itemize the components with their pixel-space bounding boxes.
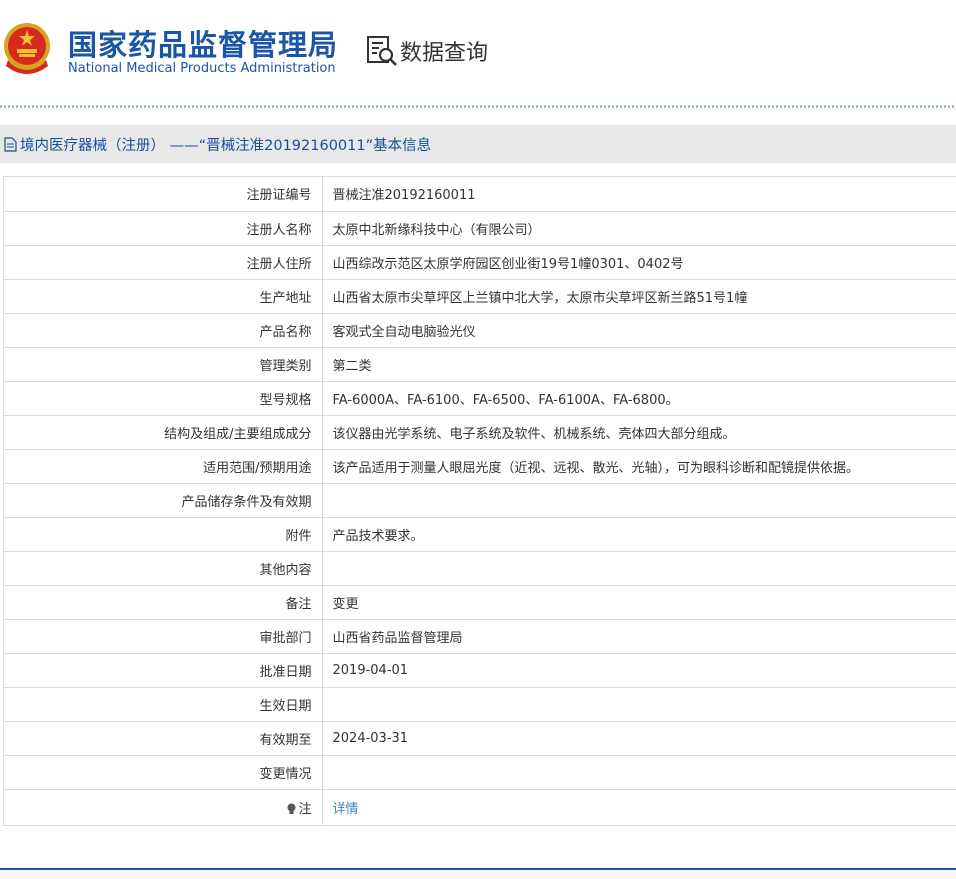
table-row: 其他内容 bbox=[4, 551, 956, 586]
table-row: 变更情况 bbox=[4, 755, 956, 790]
table-row: 附件 产品技术要求。 bbox=[4, 517, 956, 552]
table-row: 有效期至 2024-03-31 bbox=[4, 721, 956, 756]
section-header: 境内医疗器械（注册） ——“晋械注准20192160011”基本信息 bbox=[0, 125, 956, 163]
row-label: 其他内容 bbox=[4, 551, 323, 586]
row-value: 该产品适用于测量人眼屈光度（近视、远视、散光、光轴），可为眼科诊断和配镜提供依据… bbox=[322, 449, 956, 484]
national-emblem-icon bbox=[4, 23, 50, 74]
row-label: 备注 bbox=[4, 585, 323, 620]
row-value bbox=[322, 755, 956, 790]
row-value bbox=[322, 483, 956, 518]
table-row: 适用范围/预期用途 该产品适用于测量人眼屈光度（近视、远视、散光、光轴），可为眼科… bbox=[4, 449, 956, 484]
note-row: 注 详情 bbox=[4, 789, 956, 825]
site-header: 国家药品监督管理局 National Medical Products Admi… bbox=[0, 0, 956, 100]
table-row: 生产地址 山西省太原市尖草坪区上兰镇中北大学，太原市尖草坪区新兰路51号1幢 bbox=[4, 279, 956, 314]
row-label: 注册人名称 bbox=[4, 211, 323, 246]
data-query-link[interactable]: 数据查询 bbox=[366, 34, 488, 68]
row-value: 晋械注准20192160011 bbox=[322, 177, 956, 212]
table-row: 生效日期 bbox=[4, 687, 956, 722]
row-value bbox=[322, 551, 956, 586]
row-value: 太原中北新缘科技中心（有限公司） bbox=[322, 211, 956, 246]
row-value: FA-6000A、FA-6100、FA-6500、FA-6100A、FA-680… bbox=[322, 381, 956, 416]
footer-band bbox=[0, 870, 956, 879]
row-label: 注册人住所 bbox=[4, 245, 323, 280]
table-row: 批准日期 2019-04-01 bbox=[4, 653, 956, 688]
section-title: 境内医疗器械（注册） ——“晋械注准20192160011”基本信息 bbox=[20, 137, 432, 154]
row-label: 生效日期 bbox=[4, 687, 323, 722]
table-row: 产品储存条件及有效期 bbox=[4, 483, 956, 518]
row-label: 适用范围/预期用途 bbox=[4, 449, 323, 484]
row-value: 山西省药品监督管理局 bbox=[322, 619, 956, 654]
table-row: 管理类别 第二类 bbox=[4, 347, 956, 382]
row-label: 注册证编号 bbox=[4, 177, 323, 212]
row-label: 产品储存条件及有效期 bbox=[4, 483, 323, 518]
table-row: 结构及组成/主要组成成分 该仪器由光学系统、电子系统及软件、机械系统、壳体四大部分… bbox=[4, 415, 956, 450]
row-label: 变更情况 bbox=[4, 755, 323, 790]
row-label: 型号规格 bbox=[4, 381, 323, 416]
data-query-label: 数据查询 bbox=[400, 41, 489, 66]
row-value bbox=[322, 687, 956, 722]
search-document-icon bbox=[367, 36, 397, 66]
table-row: 审批部门 山西省药品监督管理局 bbox=[4, 619, 956, 654]
row-label: 产品名称 bbox=[4, 313, 323, 348]
row-value: 2024-03-31 bbox=[322, 721, 956, 756]
header-divider bbox=[0, 105, 956, 108]
table-row: 备注 变更 bbox=[4, 585, 956, 620]
row-label: 附件 bbox=[4, 517, 323, 552]
row-label: 审批部门 bbox=[4, 619, 323, 654]
row-label: 有效期至 bbox=[4, 721, 323, 756]
row-label: 结构及组成/主要组成成分 bbox=[4, 415, 323, 450]
table-row: 注册证编号 晋械注准20192160011 bbox=[4, 177, 956, 212]
row-label: 生产地址 bbox=[4, 279, 323, 314]
row-label: 批准日期 bbox=[4, 653, 323, 688]
row-value: 该仪器由光学系统、电子系统及软件、机械系统、壳体四大部分组成。 bbox=[322, 415, 956, 450]
row-label: 管理类别 bbox=[4, 347, 323, 382]
document-icon bbox=[4, 136, 17, 152]
note-label-cell: 注 bbox=[4, 789, 323, 825]
note-label: 注 bbox=[298, 801, 312, 817]
lightbulb-icon bbox=[287, 803, 296, 814]
details-link[interactable]: 详情 bbox=[333, 802, 359, 817]
row-value: 山西综改示范区太原学府园区创业街19号1幢0301、0402号 bbox=[322, 245, 956, 280]
row-value: 山西省太原市尖草坪区上兰镇中北大学，太原市尖草坪区新兰路51号1幢 bbox=[322, 279, 956, 314]
table-row: 注册人名称 太原中北新缘科技中心（有限公司） bbox=[4, 211, 956, 246]
table-row: 型号规格 FA-6000A、FA-6100、FA-6500、FA-6100A、FA… bbox=[4, 381, 956, 416]
row-value: 第二类 bbox=[322, 347, 956, 382]
site-title: 国家药品监督管理局 bbox=[68, 28, 339, 62]
row-value: 产品技术要求。 bbox=[322, 517, 956, 552]
row-value: 客观式全自动电脑验光仪 bbox=[322, 313, 956, 348]
note-value-cell: 详情 bbox=[322, 789, 956, 825]
device-info-table: 注册证编号 晋械注准20192160011 注册人名称 太原中北新缘科技中心（有限公… bbox=[3, 176, 956, 826]
table-row: 产品名称 客观式全自动电脑验光仪 bbox=[4, 313, 956, 348]
row-value: 2019-04-01 bbox=[322, 653, 956, 688]
table-row: 注册人住所 山西综改示范区太原学府园区创业街19号1幢0301、0402号 bbox=[4, 245, 956, 280]
row-value: 变更 bbox=[322, 585, 956, 620]
site-subtitle: National Medical Products Administration bbox=[68, 61, 336, 76]
